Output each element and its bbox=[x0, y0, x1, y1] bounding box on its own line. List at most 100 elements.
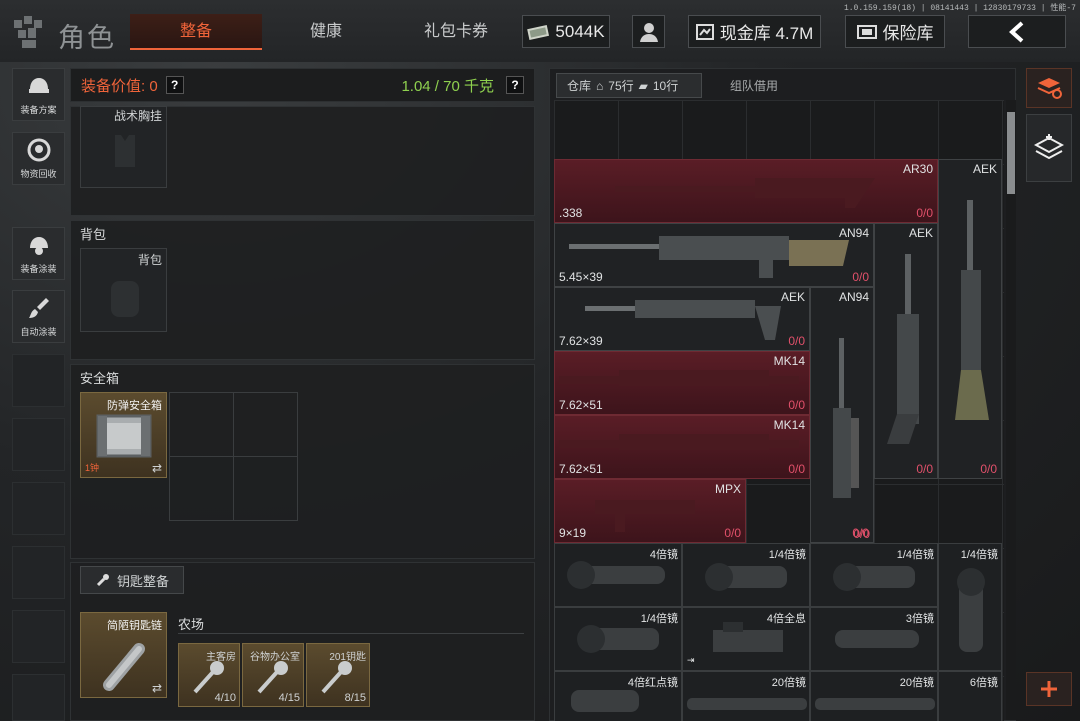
key-item[interactable]: 主客房 4/10 bbox=[178, 643, 240, 707]
weapon-name: AR30 bbox=[902, 162, 933, 176]
rifle-icon bbox=[955, 200, 989, 420]
weapon-item[interactable]: AEK 7.62×39 0/0 bbox=[554, 287, 810, 351]
plus-icon bbox=[1041, 681, 1057, 697]
swap-icon[interactable]: ⇄ bbox=[152, 681, 162, 695]
weapon-caliber: 7.62×39 bbox=[559, 334, 603, 348]
weapon-name: AEK bbox=[972, 162, 997, 176]
key-item[interactable]: 谷物办公室 4/15 bbox=[242, 643, 304, 707]
weapon-item[interactable]: AEK 0/0 bbox=[938, 159, 1002, 479]
tab-gift-coupons[interactable]: 礼包卡券 bbox=[390, 14, 522, 50]
character-button[interactable] bbox=[632, 15, 665, 48]
long-scope-icon bbox=[815, 698, 935, 710]
tab-loadout[interactable]: 整备 bbox=[130, 14, 262, 50]
safebox-grid[interactable] bbox=[169, 392, 298, 521]
cash-icon bbox=[527, 24, 550, 40]
vest-silhouette-icon bbox=[115, 135, 135, 167]
home-icon: ⌂ bbox=[596, 78, 604, 93]
keys-loadout-button[interactable]: 钥匙整备 bbox=[80, 566, 184, 594]
weapon-name: AN94 bbox=[838, 226, 869, 240]
weapon-item[interactable]: AN94 5.45×39 0/0 bbox=[554, 223, 874, 287]
storage-scrollbar-thumb[interactable] bbox=[1007, 112, 1015, 194]
weapon-name: MK14 bbox=[773, 418, 805, 432]
add-page-button[interactable] bbox=[1026, 672, 1072, 706]
sidebar-auto-skin[interactable]: 自动涂装 bbox=[12, 290, 65, 343]
keys-button-label: 钥匙整备 bbox=[116, 573, 169, 589]
weapon-item[interactable]: AEK 0/0 bbox=[874, 223, 938, 479]
tab-warehouse[interactable]: 仓库 ⌂ 75行 ▰ 10行 bbox=[556, 73, 702, 98]
key-count: 4/10 bbox=[214, 692, 236, 704]
backpack-slot[interactable]: 背包 bbox=[80, 248, 167, 332]
key-item[interactable]: 201钥匙 8/15 bbox=[306, 643, 370, 707]
scope-name: 1/4倍镜 bbox=[960, 549, 998, 561]
help-icon[interactable]: ? bbox=[165, 76, 184, 94]
scope-item[interactable]: 4倍全息 ⇥ bbox=[682, 607, 810, 671]
scope-item[interactable]: 3倍镜 bbox=[810, 607, 938, 671]
scope-item[interactable]: 1/4倍镜 bbox=[938, 543, 1002, 671]
weapon-name: AEK bbox=[780, 290, 805, 304]
weapon-name: AN94 bbox=[838, 290, 869, 304]
scope-item[interactable]: 6倍镜 bbox=[938, 671, 1002, 721]
tactical-rig-slot[interactable]: 战术胸挂 bbox=[80, 106, 167, 188]
vault-icon bbox=[695, 23, 714, 40]
weapon-item[interactable]: MK14 7.62×51 0/0 bbox=[554, 351, 810, 415]
scope-name: 4倍红点镜 bbox=[627, 677, 678, 689]
swap-icon[interactable]: ⇄ bbox=[152, 461, 162, 475]
warehouse-rows-extra: 10行 bbox=[652, 79, 679, 93]
keychain-item[interactable]: 简陋钥匙链 ⇄ bbox=[80, 612, 167, 698]
sidebar-recycle[interactable]: 物资回收 bbox=[12, 132, 65, 185]
cash-vault-button[interactable]: 现金库 4.7M bbox=[688, 15, 821, 48]
sidebar-label: 装备涂装 bbox=[20, 264, 57, 274]
helmet-skin-icon bbox=[29, 237, 48, 255]
sidebar-loadout-plans[interactable]: 装备方案 bbox=[12, 68, 65, 121]
sidebar-empty-slot bbox=[12, 482, 65, 535]
character-logo-icon bbox=[14, 16, 42, 48]
scope-name: 4倍镜 bbox=[649, 549, 678, 561]
scope-item[interactable]: 1/4倍镜 bbox=[810, 543, 938, 607]
sort-button[interactable] bbox=[1026, 68, 1072, 108]
marksman-rifle-icon bbox=[559, 434, 799, 450]
scope-item[interactable]: 4倍镜 bbox=[554, 543, 682, 607]
currency-balance[interactable]: 5044K bbox=[522, 15, 610, 48]
sidebar-empty-slot bbox=[12, 418, 65, 471]
scope-item[interactable]: 1/4倍镜 bbox=[554, 607, 682, 671]
loadout-plan-icon bbox=[28, 78, 49, 93]
storage-grid[interactable]: AR30 .338 0/0 AEK 0/0 AN94 5.45×39 0/0 A… bbox=[554, 100, 1004, 721]
storage-page-button[interactable] bbox=[1026, 114, 1072, 182]
rifle-icon bbox=[585, 300, 781, 340]
item-name: 简陋钥匙链 bbox=[107, 620, 162, 632]
key-location-label: 农场 bbox=[178, 617, 205, 632]
key-count: 8/15 bbox=[344, 692, 366, 704]
safe-vault-label: 保险库 bbox=[882, 24, 934, 43]
weapon-count: 0/0 bbox=[788, 462, 805, 476]
scope-item[interactable]: 4倍红点镜 bbox=[554, 671, 682, 721]
scope-name: 20倍镜 bbox=[899, 677, 934, 689]
weapon-count: 0/0 bbox=[916, 206, 933, 220]
operator-icon bbox=[639, 22, 658, 42]
divider bbox=[178, 633, 524, 634]
weapon-name: MK14 bbox=[773, 354, 805, 368]
tab-health[interactable]: 健康 bbox=[262, 14, 390, 50]
help-icon[interactable]: ? bbox=[506, 76, 524, 94]
scope-icon bbox=[835, 630, 919, 648]
weapon-count: 0/0 bbox=[980, 462, 997, 476]
weapon-item[interactable]: MPX 9×19 0/0 bbox=[554, 479, 746, 543]
scope-name: 6倍镜 bbox=[969, 677, 998, 689]
sidebar-empty-slot bbox=[12, 354, 65, 407]
weapon-count: 0/0 bbox=[853, 527, 870, 541]
weapon-item[interactable]: MK14 7.62×51 0/0 bbox=[554, 415, 810, 479]
safe-vault-button[interactable]: 保险库 bbox=[845, 15, 945, 48]
scope-item[interactable]: 20倍镜 bbox=[810, 671, 938, 721]
scope-item[interactable]: 20倍镜 bbox=[682, 671, 810, 721]
scope-name: 20倍镜 bbox=[771, 677, 806, 689]
loadout-value: 装备价值: 0 bbox=[81, 77, 158, 95]
chevron-left-icon bbox=[1009, 21, 1024, 42]
back-button[interactable] bbox=[968, 15, 1066, 48]
weapon-item[interactable]: AR30 .338 0/0 bbox=[554, 159, 938, 223]
scope-item[interactable]: 1/4倍镜 bbox=[682, 543, 810, 607]
weapon-count-slot: 0/0 bbox=[810, 479, 874, 543]
safebox-item[interactable]: 防弹安全箱 1钟 ⇄ bbox=[80, 392, 167, 478]
tab-team-borrow[interactable]: 组队借用 bbox=[704, 73, 804, 98]
rifle-icon bbox=[887, 254, 919, 444]
recycle-icon bbox=[27, 138, 50, 162]
sidebar-equip-skins[interactable]: 装备涂装 bbox=[12, 227, 65, 280]
